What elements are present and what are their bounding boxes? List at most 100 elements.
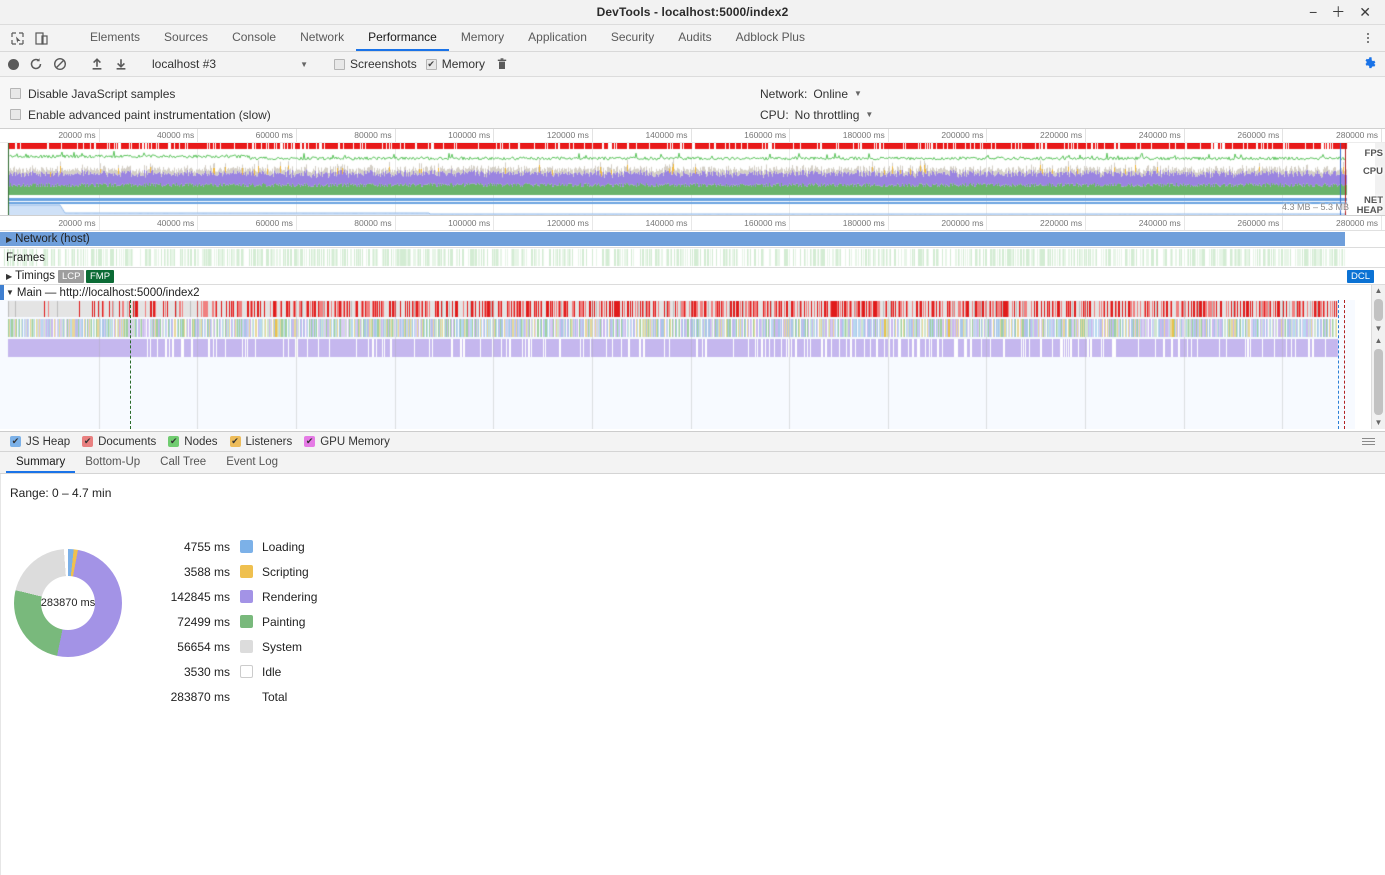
scripting-value: 3588 ms	[183, 564, 230, 579]
session-selector[interactable]: localhost #3 ▼	[152, 57, 312, 71]
network-chevron-down-icon[interactable]: ▼	[854, 89, 862, 98]
scroll-up-arrow-icon[interactable]: ▲	[1375, 285, 1383, 297]
device-toolbar-icon[interactable]	[34, 31, 49, 46]
cpu-throttling-value[interactable]: No throttling	[795, 108, 860, 122]
network-throttling-value[interactable]: Online	[813, 87, 848, 101]
detail-view-tabs: Summary Bottom-Up Call Tree Event Log	[0, 452, 1385, 474]
tab-memory[interactable]: Memory	[449, 25, 516, 51]
tab-event-log[interactable]: Event Log	[216, 452, 288, 473]
documents-checkbox[interactable]: ✔ Documents	[82, 436, 156, 448]
nodes-swatch: ✔	[168, 436, 180, 447]
load-profile-icon[interactable]	[89, 57, 104, 72]
scrollbar-thumb-top[interactable]	[1374, 299, 1383, 321]
reload-record-icon[interactable]	[28, 57, 43, 72]
flamechart-canvas	[0, 300, 1355, 429]
rendering-label: Rendering	[262, 589, 318, 604]
tab-call-tree[interactable]: Call Tree	[150, 452, 216, 473]
paint-instrumentation-checkbox[interactable]: Enable advanced paint instrumentation (s…	[10, 104, 1385, 125]
system-label: System	[262, 639, 303, 654]
tab-console[interactable]: Console	[220, 25, 288, 51]
cpu-chevron-down-icon[interactable]: ▼	[865, 110, 873, 119]
gear-icon[interactable]	[1363, 56, 1377, 73]
capture-settings-pane: Disable JavaScript samples Enable advanc…	[0, 77, 1385, 129]
tracks-time-ruler: 20000 ms 40000 ms 60000 ms 80000 ms 100000 m…	[0, 216, 1385, 231]
listeners-checkbox[interactable]: ✔ Listeners	[229, 436, 292, 448]
tab-security[interactable]: Security	[599, 25, 666, 51]
rendering-swatch	[240, 590, 253, 603]
main-flamechart[interactable]	[0, 300, 1363, 429]
legend-row-loading[interactable]: 4755 ms Loading	[150, 534, 317, 559]
timings-expander-icon[interactable]: ▶	[6, 272, 12, 281]
gpu-memory-swatch: ✔	[304, 436, 316, 447]
track-frames-header[interactable]: Frames	[0, 248, 45, 267]
dcl-marker-badge[interactable]: DCL	[1347, 270, 1375, 283]
activity-legend: 4755 ms Loading 3588 ms Scripting 142845…	[150, 534, 318, 709]
overview-time-ruler: 20000 ms 40000 ms 60000 ms 80000 ms 100000 m…	[0, 129, 1385, 143]
kebab-menu-icon[interactable]	[1360, 30, 1376, 46]
track-main[interactable]: ▼ Main — http://localhost:5000/index2 ▲ …	[0, 285, 1385, 429]
scroll-up-arrow-icon-2[interactable]: ▲	[1375, 335, 1383, 347]
tab-performance[interactable]: Performance	[356, 25, 449, 51]
tab-network[interactable]: Network	[288, 25, 356, 51]
js-heap-checkbox[interactable]: ✔ JS Heap	[10, 436, 70, 448]
track-timings-header[interactable]: ▶ Timings	[0, 268, 55, 284]
network-expander-icon[interactable]: ▶	[6, 235, 12, 244]
legend-row-idle[interactable]: 3530 ms Idle	[150, 659, 317, 684]
tab-bottom-up[interactable]: Bottom-Up	[75, 452, 150, 473]
track-main-url: — http://localhost:5000/index2	[44, 286, 200, 299]
overview-right-strip	[1375, 143, 1385, 215]
clear-recording-icon[interactable]	[52, 57, 67, 72]
track-timings-label: Timings	[15, 270, 55, 282]
screenshots-checkbox[interactable]: Screenshots	[334, 57, 417, 71]
inspect-element-icon[interactable]	[10, 31, 25, 46]
tab-sources[interactable]: Sources	[152, 25, 220, 51]
loading-label: Loading	[262, 539, 305, 554]
legend-row-rendering[interactable]: 142845 ms Rendering	[150, 584, 318, 609]
scroll-down-arrow-icon[interactable]: ▼	[1375, 417, 1383, 429]
screenshots-checkbox-box	[334, 58, 345, 70]
track-network-suffix: (host)	[60, 233, 90, 245]
timeline-tracks[interactable]: 20000 ms 40000 ms 60000 ms 80000 ms 100000 m…	[0, 216, 1385, 432]
chevron-down-icon: ▼	[300, 59, 308, 69]
scripting-swatch	[240, 565, 253, 578]
delete-icon[interactable]	[494, 57, 509, 72]
main-vertical-scrollbar[interactable]: ▲ ▼ ▲ ▼	[1371, 285, 1385, 429]
nodes-checkbox[interactable]: ✔ Nodes	[168, 436, 218, 448]
lcp-marker-badge[interactable]: LCP	[58, 270, 85, 283]
painting-value: 72499 ms	[177, 614, 230, 629]
disable-js-samples-checkbox[interactable]: Disable JavaScript samples	[10, 83, 1385, 104]
range-label: Range: 0 – 4.7 min	[10, 486, 112, 500]
session-selector-value: localhost #3	[152, 57, 217, 71]
track-main-header[interactable]: ▼ Main — http://localhost:5000/index2	[6, 285, 200, 300]
tab-adblock-plus[interactable]: Adblock Plus	[724, 25, 817, 51]
tab-summary[interactable]: Summary	[6, 452, 76, 473]
documents-swatch: ✔	[82, 436, 94, 447]
donut-center-label: 283870 ms	[41, 576, 95, 630]
track-network[interactable]: ▶ Network (host)	[0, 231, 1385, 248]
record-icon[interactable]	[8, 58, 19, 70]
scroll-down-arrow-icon-mid[interactable]: ▼	[1375, 323, 1383, 335]
overview-graphs[interactable]: FPS CPU NET HEAP 4.3 MB – 5.3 MB	[0, 143, 1385, 215]
tab-audits[interactable]: Audits	[666, 25, 723, 51]
track-network-header[interactable]: ▶ Network (host)	[0, 231, 90, 247]
scrollbar-thumb-main[interactable]	[1374, 349, 1383, 415]
hamburger-menu-icon[interactable]	[1362, 438, 1375, 445]
track-frames[interactable]: Frames	[0, 248, 1385, 268]
legend-row-system[interactable]: 56654 ms System	[150, 634, 317, 659]
legend-row-scripting[interactable]: 3588 ms Scripting	[150, 559, 317, 584]
tab-elements[interactable]: Elements	[78, 25, 152, 51]
tabstrip-tool-icons	[0, 25, 71, 51]
fmp-marker-badge[interactable]: FMP	[86, 270, 115, 283]
minimize-icon[interactable]: −	[1309, 5, 1317, 19]
tab-application[interactable]: Application	[516, 25, 599, 51]
save-profile-icon[interactable]	[113, 57, 128, 72]
system-swatch	[240, 640, 253, 653]
legend-row-painting[interactable]: 72499 ms Painting	[150, 609, 317, 634]
gpu-memory-checkbox[interactable]: ✔ GPU Memory	[304, 436, 390, 448]
close-icon[interactable]: ✕	[1359, 5, 1371, 19]
main-expander-icon[interactable]: ▼	[6, 288, 14, 297]
timeline-overview[interactable]: 20000 ms 40000 ms 60000 ms 80000 ms 100000 m…	[0, 129, 1385, 216]
memory-checkbox[interactable]: ✔ Memory	[425, 57, 485, 71]
maximize-icon[interactable]: ＋	[1331, 5, 1345, 19]
track-timings[interactable]: LCP FMP DCL ▶ Timings	[0, 268, 1385, 285]
